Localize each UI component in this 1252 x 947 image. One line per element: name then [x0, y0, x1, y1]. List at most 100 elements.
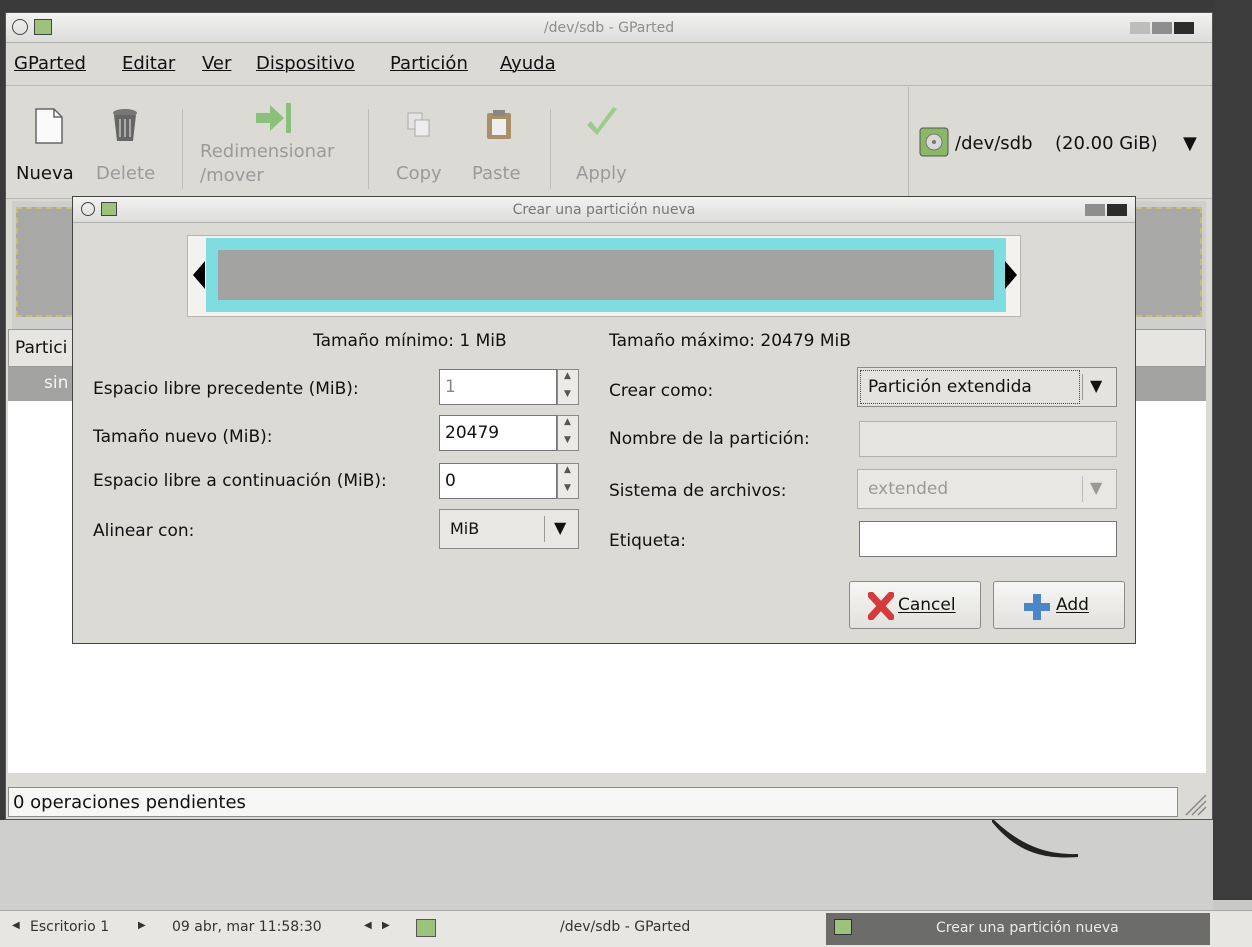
partition-resizer-fill [218, 250, 994, 300]
partition-name-input[interactable] [859, 421, 1117, 457]
resize-label-1: Redimensionar [200, 141, 335, 162]
prev-task-icon[interactable]: ◀ [364, 920, 372, 931]
column-partition-header[interactable]: Partici [15, 338, 67, 358]
toolbar-separator [550, 109, 551, 189]
align-label: Alinear con: [93, 521, 195, 541]
menu-particion[interactable]: Partición [390, 53, 468, 74]
new-size-label: Tamaño nuevo (MiB): [93, 427, 273, 447]
clock: 09 abr, mar 11:58:30 [172, 919, 322, 935]
dialog-title: Crear una partición nueva [512, 202, 696, 218]
dialog-close-button[interactable] [1107, 204, 1127, 216]
maximize-button[interactable] [1152, 22, 1172, 34]
trash-icon [113, 109, 137, 141]
task-dialog-icon [834, 919, 852, 935]
desktop-top-strip [0, 0, 1252, 12]
prev-workspace-icon[interactable]: ◀ [12, 920, 20, 931]
task-gparted[interactable]: /dev/sdb - GParted [560, 919, 690, 935]
align-value: MiB [450, 519, 480, 538]
device-selector[interactable]: /dev/sdb (20.00 GiB) ▼ [908, 87, 1210, 199]
add-label: Add [1056, 595, 1089, 615]
partition-resizer[interactable] [187, 235, 1021, 317]
max-size-label: Tamaño máximo: 20479 MiB [609, 331, 851, 351]
paste-icon [487, 110, 511, 139]
min-size-label: Tamaño mínimo: 1 MiB [313, 331, 507, 351]
copy-label: Copy [396, 163, 442, 184]
toolbar-separator [368, 109, 369, 189]
partition-name-label: Nombre de la partición: [609, 429, 810, 449]
apply-button[interactable]: Apply [562, 93, 642, 197]
filesystem-dropdown-icon: ▼ [1090, 478, 1103, 497]
align-combo[interactable]: MiB ▼ [439, 509, 579, 549]
delete-button[interactable]: Delete [86, 93, 166, 197]
window-title: /dev/sdb - GParted [543, 20, 675, 36]
new-size-input[interactable]: 20479 [439, 415, 557, 451]
create-as-combo[interactable]: Partición extendida ▼ [857, 367, 1117, 407]
dropdown-arrow-icon: ▼ [1183, 133, 1197, 154]
cancel-button[interactable]: Cancel [849, 581, 981, 629]
device-size: (20.00 GiB) [1055, 133, 1158, 154]
paste-button[interactable]: Paste [462, 93, 538, 197]
new-button[interactable]: Nueva [12, 93, 84, 197]
main-titlebar[interactable]: /dev/sdb - GParted [6, 13, 1212, 43]
filesystem-combo[interactable]: extended ▼ [857, 469, 1117, 509]
filesystem-value: extended [868, 479, 949, 499]
new-size-spinner[interactable]: ▲ ▼ [557, 415, 579, 451]
menu-dispositivo[interactable]: Dispositivo [256, 53, 355, 74]
free-after-label: Espacio libre a continuación (MiB): [93, 471, 387, 491]
close-button[interactable] [1174, 22, 1194, 34]
right-handle-icon[interactable] [1004, 260, 1018, 290]
new-document-icon [35, 108, 63, 144]
free-before-input[interactable]: 1 [439, 369, 557, 405]
apply-label: Apply [576, 163, 627, 184]
next-task-icon[interactable]: ▶ [382, 920, 390, 931]
left-handle-icon[interactable] [192, 260, 206, 290]
partition-resizer-frame[interactable] [206, 238, 1006, 312]
menu-gparted[interactable]: GParted [14, 53, 86, 74]
free-after-input[interactable]: 0 [439, 463, 557, 499]
plus-icon [1024, 594, 1050, 620]
create-as-value: Partición extendida [868, 377, 1032, 397]
resize-label-2: /mover [200, 165, 264, 186]
minimize-button[interactable] [1130, 22, 1150, 34]
create-partition-dialog: Crear una partición nueva Tamaño mínimo:… [72, 196, 1136, 644]
task-app-icon[interactable] [416, 919, 436, 937]
disk-icon [919, 127, 949, 157]
dialog-maximize-button[interactable] [1085, 204, 1105, 216]
free-before-spinner[interactable]: ▲ ▼ [557, 369, 579, 405]
menu-ver[interactable]: Ver [202, 53, 231, 74]
desktop-right-strip [1213, 0, 1252, 900]
resize-grip-icon[interactable] [1180, 789, 1208, 817]
toolbar-separator [182, 109, 183, 189]
align-dropdown-icon: ▼ [554, 518, 567, 537]
status-text: 0 operaciones pendientes [13, 792, 246, 813]
menu-ayuda[interactable]: Ayuda [500, 53, 556, 74]
create-as-label: Crear como: [609, 381, 714, 401]
resize-arrow-icon [256, 103, 291, 133]
add-button[interactable]: Add [993, 581, 1125, 629]
new-label: Nueva [16, 163, 74, 184]
status-bar: 0 operaciones pendientes [8, 787, 1178, 817]
label-field-label: Etiqueta: [609, 531, 686, 551]
copy-icon [407, 112, 430, 137]
next-workspace-icon[interactable]: ▶ [138, 920, 146, 931]
create-as-dropdown-icon: ▼ [1090, 376, 1103, 395]
copy-button[interactable]: Copy [386, 93, 456, 197]
cancel-x-icon [868, 592, 894, 620]
row-partition-cell: sin [44, 373, 69, 393]
filesystem-label: Sistema de archivos: [609, 481, 787, 501]
free-before-label: Espacio libre precedente (MiB): [93, 379, 359, 399]
free-after-spinner[interactable]: ▲ ▼ [557, 463, 579, 499]
menubar: GParted Editar Ver Dispositivo Partición… [6, 44, 1212, 86]
workspace-label[interactable]: Escritorio 1 [30, 919, 109, 935]
delete-label: Delete [96, 163, 156, 184]
taskbar: ◀ Escritorio 1 ▶ 09 abr, mar 11:58:30 ◀ … [0, 910, 1252, 947]
menu-editar[interactable]: Editar [122, 53, 175, 74]
checkmark-icon [587, 107, 617, 135]
device-name: /dev/sdb [955, 133, 1033, 154]
cancel-label: Cancel [898, 595, 956, 615]
task-dialog-label: Crear una partición nueva [936, 920, 1119, 936]
label-input[interactable] [859, 521, 1117, 557]
dialog-titlebar[interactable]: Crear una partición nueva [73, 197, 1135, 223]
task-dialog-active[interactable]: Crear una partición nueva [826, 913, 1210, 945]
resize-move-button[interactable]: Redimensionar /mover [192, 93, 362, 197]
